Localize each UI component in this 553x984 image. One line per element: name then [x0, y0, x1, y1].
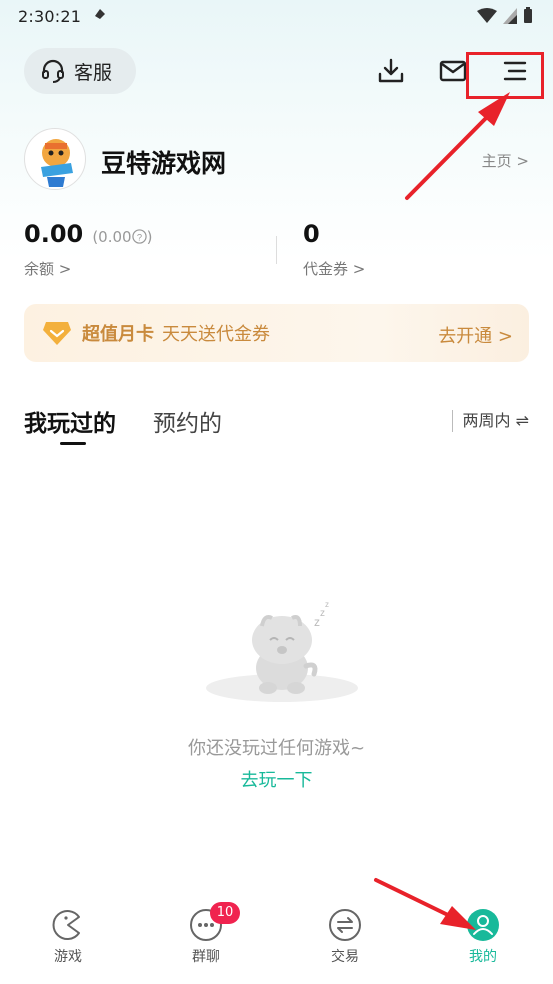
- chat-badge: 10: [210, 902, 240, 924]
- status-time: 2:30:21: [18, 6, 82, 26]
- notification-icon: [93, 7, 107, 25]
- go-play-link[interactable]: 去玩一下: [0, 766, 553, 792]
- empty-state-message: 你还没玩过任何游戏~: [187, 738, 366, 759]
- time-filter[interactable]: 两周内 ⇌: [451, 410, 529, 432]
- username: 豆特游戏网: [101, 149, 227, 178]
- coupon-value: 0: [303, 220, 320, 248]
- vip-subtitle: 天天送代金券: [162, 324, 270, 345]
- avatar[interactable]: [24, 128, 86, 190]
- nav-item-games[interactable]: 游戏: [28, 908, 108, 966]
- customer-service-button[interactable]: 客服: [24, 48, 136, 94]
- status-indicators: [477, 7, 533, 24]
- coupon-label: 代金券 >: [303, 260, 366, 278]
- vip-title: 超值月卡: [82, 324, 154, 345]
- status-bar: 2:30:21: [0, 0, 553, 32]
- help-icon: ?: [131, 229, 147, 244]
- battery-icon: [524, 7, 532, 23]
- headset-icon: [42, 59, 64, 83]
- nav-label-trade: 交易: [331, 949, 359, 965]
- pacman-icon: [52, 910, 80, 940]
- tab-played[interactable]: 我玩过的: [24, 404, 116, 438]
- balance-sub-value: (0.00?): [92, 228, 153, 246]
- diamond-icon: [43, 322, 71, 345]
- signal-icon: [503, 7, 517, 24]
- wifi-icon: [477, 7, 497, 23]
- balance-label: 余额 >: [24, 260, 72, 278]
- nav-item-group-chat[interactable]: 10 群聊: [166, 902, 246, 966]
- nav-label-games: 游戏: [54, 949, 82, 965]
- tab-reserved[interactable]: 预约的: [153, 404, 222, 438]
- svg-text:z: z: [320, 608, 325, 619]
- annotation-arrow-down: [374, 878, 476, 930]
- profile-section: 豆特游戏网 主页 >: [24, 128, 529, 192]
- balance-block[interactable]: 0.00 (0.00?) 余额 >: [24, 220, 153, 278]
- game-tabs: 我玩过的 预约的 两周内 ⇌: [24, 404, 529, 454]
- nav-label-group-chat: 群聊: [192, 949, 220, 965]
- customer-service-label: 客服: [74, 61, 113, 84]
- vip-open-link[interactable]: 去开通 >: [438, 322, 513, 348]
- homepage-link[interactable]: 主页 >: [482, 150, 529, 171]
- wallet-divider: [276, 236, 277, 264]
- tab-indicator: [60, 442, 86, 445]
- balance-value: 0.00: [24, 220, 84, 248]
- vip-monthly-card[interactable]: 超值月卡 天天送代金券 去开通 >: [24, 304, 529, 362]
- svg-text:z: z: [325, 600, 329, 609]
- swap-icon: [329, 909, 361, 941]
- sleeping-tiger-illustration: z z z: [206, 600, 358, 702]
- svg-text:?: ?: [136, 232, 141, 242]
- nav-label-mine: 我的: [469, 949, 497, 965]
- coupon-block[interactable]: 0 代金券 >: [303, 220, 365, 278]
